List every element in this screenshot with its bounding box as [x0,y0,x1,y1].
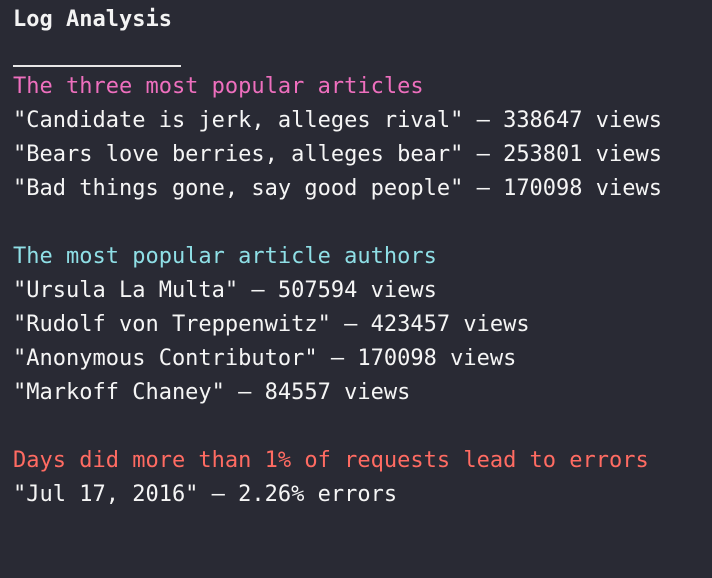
author-line-1: "Ursula La Multa" — 507594 views [13,278,437,303]
section-heading-error-days: Days did more than 1% of requests lead t… [13,448,649,473]
article-line-3: "Bad things gone, say good people" — 170… [13,176,663,201]
report-title: Log Analysis [13,7,172,32]
error-day-line-1: "Jul 17, 2016" — 2.26% errors [13,482,398,507]
section-heading-popular-articles: The three most popular articles [13,74,424,99]
terminal-output: Log Analysis The three most popular arti… [0,0,712,512]
article-line-2: "Bears love berries, alleges bear" — 253… [13,142,663,167]
article-line-1: "Candidate is jerk, alleges rival" — 338… [13,108,663,133]
section-heading-popular-authors: The most popular article authors [13,244,437,269]
author-line-4: "Markoff Chaney" — 84557 views [13,380,411,405]
title-underline [13,65,181,67]
author-line-2: "Rudolf von Treppenwitz" — 423457 views [13,312,530,337]
author-line-3: "Anonymous Contributor" — 170098 views [13,346,517,371]
